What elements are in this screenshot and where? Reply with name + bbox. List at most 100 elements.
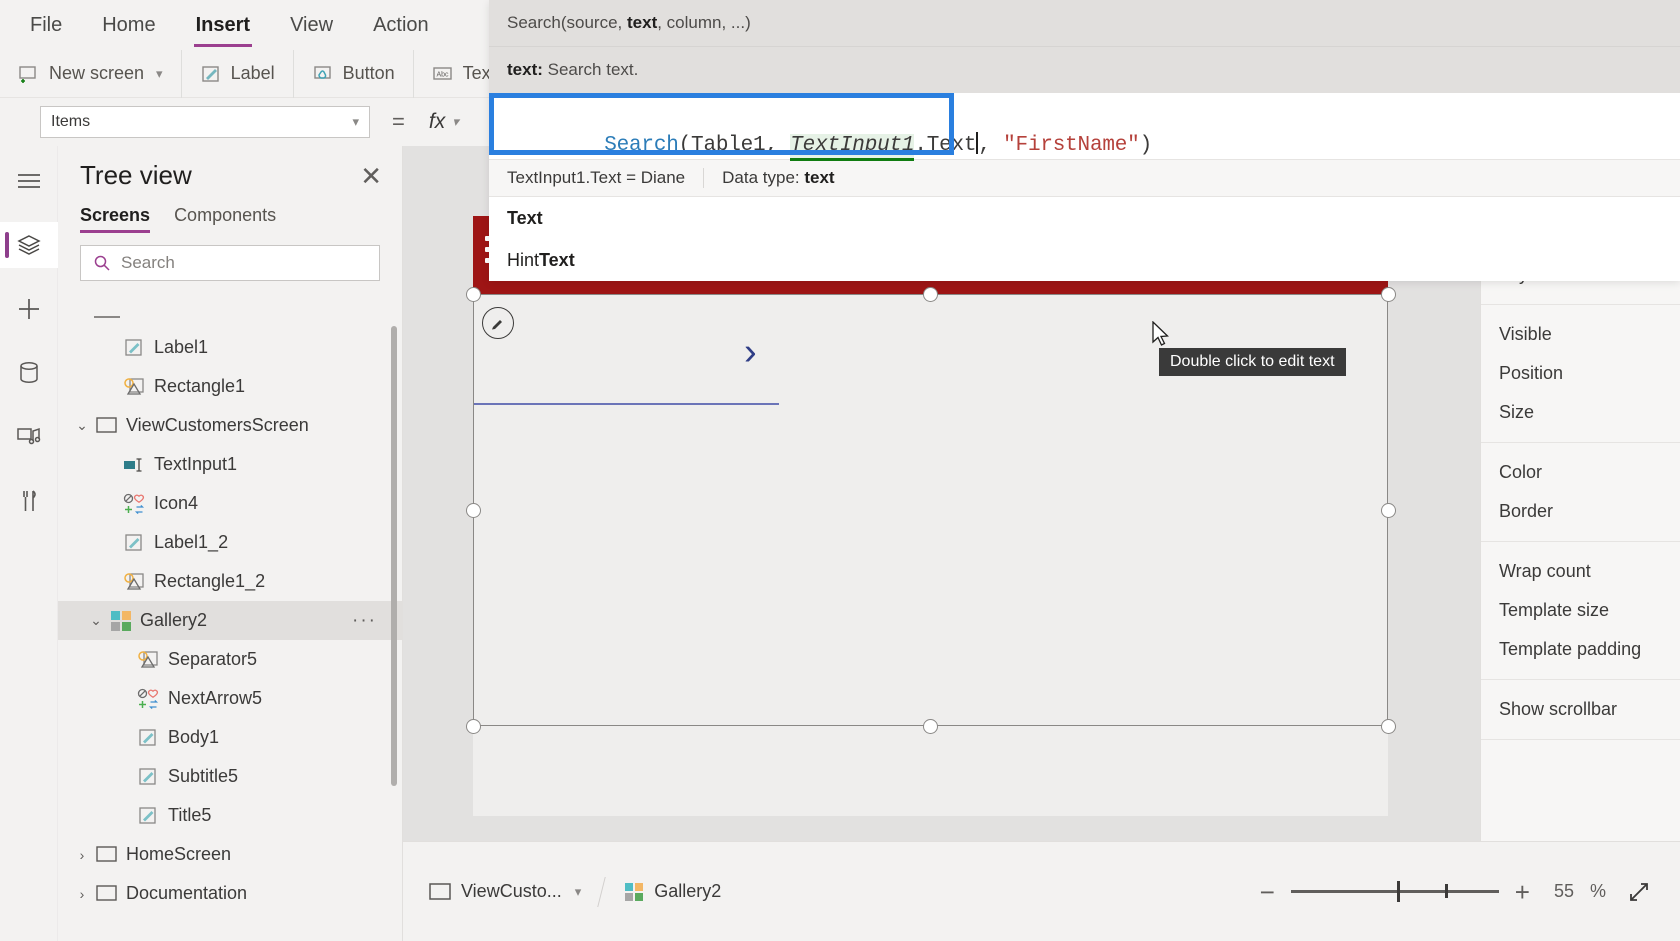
menu-item-view[interactable]: View: [288, 10, 335, 41]
textinput-icon: [122, 454, 148, 476]
tree-item-label: Subtitle5: [168, 766, 239, 786]
label-icon: [122, 337, 148, 359]
property-row-show-scrollbar[interactable]: Show scrollbar: [1481, 690, 1680, 729]
resize-handle-bottom-center[interactable]: [923, 719, 938, 734]
property-row-template-size[interactable]: Template size: [1481, 591, 1680, 630]
tree-item-rectangle1_2[interactable]: Rectangle1_2: [58, 562, 403, 601]
tree-item-rectangle1[interactable]: Rectangle1: [58, 367, 403, 406]
advanced-tools-icon[interactable]: [0, 478, 58, 524]
media-icon[interactable]: [0, 414, 58, 460]
option-text-bold: Text: [507, 207, 543, 228]
property-row-size[interactable]: Size: [1481, 393, 1680, 432]
mouse-cursor-icon: [1151, 321, 1171, 349]
tree-item-gallery2[interactable]: ⌄ Gallery2 ···: [58, 601, 403, 640]
menu-item-insert[interactable]: Insert: [193, 10, 253, 47]
tree-view-layers-icon[interactable]: [0, 222, 58, 268]
chevron-down-icon: ▾: [352, 114, 359, 129]
tree-item-nextarrow5[interactable]: NextArrow5: [58, 679, 403, 718]
property-select[interactable]: Items ▾: [40, 106, 370, 138]
property-row-color[interactable]: Color: [1481, 453, 1680, 492]
tab-components[interactable]: Components: [174, 205, 276, 233]
button-icon: [312, 63, 334, 85]
tree-item-subtitle5[interactable]: Subtitle5: [58, 757, 403, 796]
screen-icon: [94, 844, 120, 866]
tree-item-label: Icon4: [154, 493, 199, 513]
new-screen-button[interactable]: New screen ▾: [18, 63, 163, 85]
tree-item-viewcustomersscreen[interactable]: ⌄ ViewCustomersScreen: [58, 406, 403, 445]
intellisense-option-hinttext[interactable]: Hint Text: [489, 239, 1680, 281]
chevron-down-icon[interactable]: ▾: [156, 66, 163, 82]
insert-label-button[interactable]: Label: [200, 63, 275, 85]
tree-item-label: Rectangle1: [154, 376, 246, 396]
resize-handle-top-left[interactable]: [466, 287, 481, 302]
formula-function-name: Search: [604, 134, 679, 157]
next-arrow-icon[interactable]: ›: [744, 333, 757, 371]
tree-item-label: Documentation: [126, 883, 248, 903]
property-row-template-padding[interactable]: Template padding: [1481, 630, 1680, 669]
formula-text[interactable]: Search(Table1, TextInput1.Text, "FirstNa…: [505, 109, 1152, 180]
parameter-description: Search text.: [547, 60, 639, 79]
property-row-border[interactable]: Border: [1481, 492, 1680, 531]
insert-button-button[interactable]: Button: [312, 63, 395, 85]
zoom-in-button[interactable]: +: [1515, 879, 1530, 905]
expand-chevron-icon[interactable]: ⌄: [70, 417, 94, 434]
tree-item-label: NextArrow5: [168, 688, 263, 708]
tree-view-tabs: Screens Components: [58, 195, 402, 233]
resize-handle-middle-left[interactable]: [466, 503, 481, 518]
status-screen-selector[interactable]: ViewCusto... ▾: [403, 881, 601, 902]
property-row-position[interactable]: Position: [1481, 354, 1680, 393]
screen-icon: [429, 883, 451, 900]
equals-sign: =: [392, 109, 405, 134]
data-cylinder-icon[interactable]: [0, 350, 58, 396]
formula-input-wrapper[interactable]: Search(Table1, TextInput1.Text, "FirstNa…: [489, 93, 1680, 161]
status-control-selector[interactable]: Gallery2: [602, 881, 721, 902]
tree-item-documentation[interactable]: › Documentation: [58, 874, 403, 913]
menu-item-file[interactable]: File: [28, 10, 64, 41]
zoom-slider[interactable]: [1290, 881, 1499, 902]
menu-item-home[interactable]: Home: [100, 10, 157, 41]
expand-chevron-icon[interactable]: ›: [70, 847, 94, 863]
expand-chevron-icon[interactable]: ›: [70, 886, 94, 902]
property-row-visible[interactable]: Visible: [1481, 315, 1680, 354]
resize-handle-bottom-left[interactable]: [466, 719, 481, 734]
property-row-wrap-count[interactable]: Wrap count: [1481, 552, 1680, 591]
zoom-slider-thumb[interactable]: [1396, 881, 1400, 902]
edit-pencil-icon[interactable]: [482, 307, 514, 339]
tree-scrollbar[interactable]: [391, 326, 397, 786]
tree-item-body1[interactable]: Body1: [58, 718, 403, 757]
chevron-down-icon[interactable]: ▾: [575, 884, 582, 900]
resize-handle-top-center[interactable]: [923, 287, 938, 302]
resize-handle-bottom-right[interactable]: [1381, 719, 1396, 734]
search-input[interactable]: [121, 253, 367, 273]
tree-scroll-region[interactable]: Label1 Rectangle1 ⌄ ViewCustomersScreen Text…: [58, 306, 403, 941]
resize-handle-top-right[interactable]: [1381, 287, 1396, 302]
insert-plus-icon[interactable]: [0, 286, 58, 332]
tree-item-homescreen[interactable]: › HomeScreen: [58, 835, 403, 874]
menu-item-action[interactable]: Action: [371, 10, 431, 41]
tree-item-icon4[interactable]: Icon4: [58, 484, 403, 523]
intellisense-option-text[interactable]: Text: [489, 197, 1680, 239]
tree-item-label1[interactable]: Label1: [58, 328, 403, 367]
tree-item-label: Label1_2: [154, 532, 229, 552]
option-hinttext-plain: Hint: [507, 249, 540, 270]
label-icon: [122, 532, 148, 554]
tree-item-more-options[interactable]: ···: [352, 610, 377, 632]
fx-button[interactable]: fx ▾: [429, 110, 459, 134]
tree-item-textinput1[interactable]: TextInput1: [58, 445, 403, 484]
zoom-out-button[interactable]: −: [1260, 879, 1275, 905]
label-icon: [136, 766, 162, 788]
tree-item-title5[interactable]: Title5: [58, 796, 403, 835]
resize-handle-middle-right[interactable]: [1381, 503, 1396, 518]
tree-search-box[interactable]: [80, 245, 380, 281]
zoom-slider-tick: [1444, 884, 1448, 898]
property-group-5: Show scrollbar: [1481, 680, 1680, 740]
expand-chevron-icon[interactable]: ⌄: [84, 612, 108, 629]
app-screen-preview[interactable]: View customers Diane ›: [466, 216, 1396, 816]
tree-item-label1_2[interactable]: Label1_2: [58, 523, 403, 562]
tab-screens[interactable]: Screens: [80, 205, 151, 233]
hamburger-menu-icon[interactable]: [0, 158, 58, 204]
close-icon[interactable]: ✕: [360, 163, 382, 189]
fit-to-screen-icon[interactable]: [1628, 881, 1650, 903]
signature-suffix: , column, ...): [657, 13, 751, 32]
tree-item-separator5[interactable]: Separator5: [58, 640, 403, 679]
